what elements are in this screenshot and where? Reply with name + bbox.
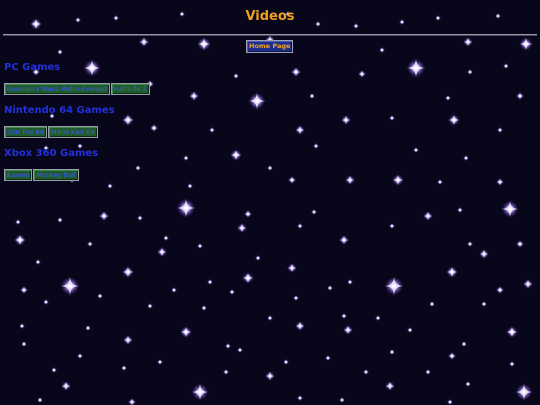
page-title: Videos	[245, 9, 295, 24]
pc-games-button-row: Geometry Wars: Retro Evolved Half-Life 2	[4, 83, 151, 95]
n64-games-button-row: Star Fox 64 Mario Kart 64	[4, 126, 99, 138]
section-heading-pc-games: PC Games	[4, 62, 61, 73]
game-button-monkey-ball[interactable]: Monkey Ball	[33, 169, 79, 181]
home-page-button[interactable]: Home Page	[246, 40, 294, 53]
section-heading-nintendo-64-games: Nintendo 64 Games	[4, 105, 115, 116]
page-content: Videos Home Page PC Games Geometry Wars:…	[0, 0, 540, 405]
game-button-mario-kart-64[interactable]: Mario Kart 64	[47, 126, 98, 138]
game-button-half-life-2[interactable]: Half-Life 2	[110, 83, 150, 95]
game-button-geometry-wars[interactable]: Geometry Wars: Retro Evolved	[4, 83, 110, 95]
game-button-kameo[interactable]: Kameo	[4, 169, 33, 181]
title-divider	[3, 34, 537, 36]
xbox-360-games-button-row: Kameo Monkey Ball	[4, 169, 80, 181]
game-button-star-fox-64[interactable]: Star Fox 64	[4, 126, 47, 138]
section-heading-xbox-360-games: Xbox 360 Games	[4, 148, 99, 159]
